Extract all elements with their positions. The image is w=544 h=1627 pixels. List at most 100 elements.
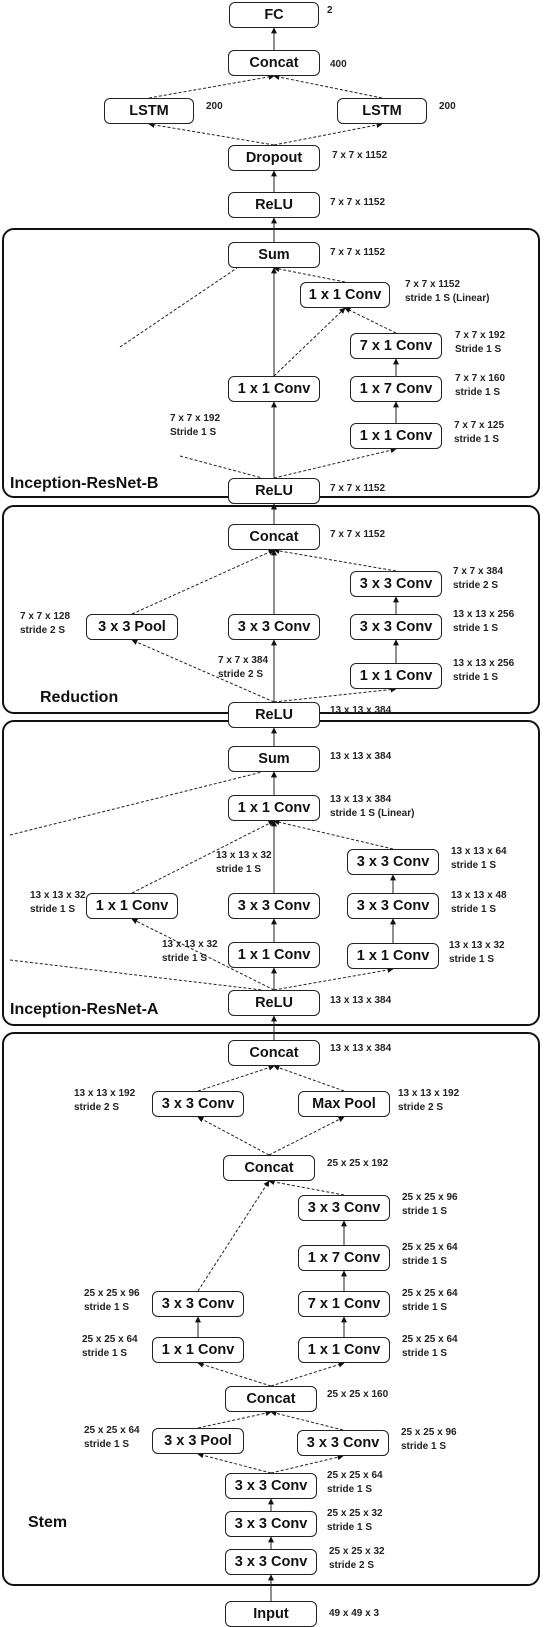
edge-s_concat_mid-to-s_maxpool (268, 1116, 345, 1156)
node-s-conv3x3-c2: 3 x 3 Conv (225, 1511, 317, 1537)
node-s-conv3x3-rt: 3 x 3 Conv (298, 1195, 390, 1221)
node-dropout: Dropout (228, 145, 320, 171)
annotation-line: 7 x 7 x 1152 (330, 247, 386, 258)
annotation-line: 7 x 7 x 1152 (405, 279, 461, 290)
edge-s_pool-to-s_concat_low (197, 1410, 272, 1429)
node-annotation: 25 x 25 x 96 stride 1 S (401, 1426, 457, 1454)
node-annotation: 13 x 13 x 192 stride 2 S (398, 1087, 459, 1115)
node-relu-top: ReLU (228, 192, 320, 218)
edge-a_conv3x3_rt-to-a_conv_linear (273, 819, 394, 850)
node-a-conv3x3-rm: 3 x 3 Conv (347, 893, 439, 919)
node-s-conv3x3-c1: 3 x 3 Conv (225, 1549, 317, 1575)
node-s-maxpool: Max Pool (298, 1091, 390, 1117)
annotation-line: 13 x 13 x 384 (330, 1043, 392, 1054)
annotation-line: 7 x 7 x 1152 (330, 529, 386, 540)
node-b-conv7x1: 7 x 1 Conv (350, 333, 442, 359)
annotation-line: stride 1 S (453, 623, 499, 634)
annotation-line: stride 1 S (327, 1522, 373, 1533)
annotation-line: 13 x 13 x 32 (449, 940, 505, 951)
node-annotation: 25 x 25 x 32 stride 2 S (329, 1545, 385, 1573)
node-annotation: 13 x 13 x 384 stride 1 S (Linear) (330, 793, 414, 821)
block-title: Inception-ResNet-B (10, 475, 159, 492)
node-annotation: 13 x 13 x 192 stride 2 S (74, 1087, 135, 1115)
annotation-line: stride 1 S (84, 1302, 130, 1313)
node-annotation: 13 x 13 x 32 stride 1 S (216, 849, 272, 877)
annotation-line: stride 2 S (329, 1560, 375, 1571)
annotation-line: stride 2 S (20, 625, 66, 636)
node-s-conv1x7: 1 x 7 Conv (298, 1245, 390, 1271)
edge-s_conv3x3_l-to-s_concat_top (197, 1064, 275, 1092)
annotation-line: 7 x 7 x 128 (20, 611, 71, 622)
node-b-conv-linear: 1 x 1 Conv (300, 282, 390, 308)
annotation-line: 13 x 13 x 32 (162, 939, 218, 950)
node-annotation: 25 x 25 x 64 stride 1 S (82, 1333, 138, 1361)
node-annotation: 13 x 13 x 32 stride 1 S (162, 938, 218, 966)
annotation-line: 49 x 49 x 3 (329, 1608, 380, 1619)
architecture-diagram: Inception-ResNet-B Reduction Inception-Res… (0, 0, 544, 1627)
node-b-conv1x7: 1 x 7 Conv (350, 376, 442, 402)
edge-b_relu-to-b_conv1x1_r (273, 447, 397, 479)
edge-b_conv7x1-to-b_conv_linear (344, 307, 397, 334)
annotation-line: 7 x 7 x 192 (455, 330, 506, 341)
node-annotation: 2 (327, 4, 333, 18)
edge-a_relu-to-a_conv1x1_r (273, 966, 394, 991)
annotation-line: 25 x 25 x 192 (327, 1158, 389, 1169)
annotation-line: 13 x 13 x 192 (398, 1088, 460, 1099)
annotation-line: 7 x 7 x 192 (170, 413, 221, 424)
edge-s_concat_low-to-s_conv1x1_l (197, 1361, 272, 1387)
node-annotation: 13 x 13 x 384 (330, 994, 391, 1008)
annotation-line: 200 (439, 101, 456, 112)
annotation-line: stride 1 S (327, 1484, 373, 1495)
annotation-line: 7 x 7 x 1152 (330, 483, 386, 494)
annotation-line: stride 1 S (84, 1439, 130, 1450)
node-r-conv3x3-mid: 3 x 3 Conv (228, 614, 320, 640)
node-concat-top: Concat (228, 50, 320, 76)
node-annotation: 7 x 7 x 192 Stride 1 S (170, 412, 220, 440)
annotation-line: 25 x 25 x 64 (402, 1288, 458, 1299)
edge-r_pool-to-r_concat (131, 549, 275, 615)
annotation-line: stride 1 S (402, 1302, 448, 1313)
annotation-line: stride 1 S (455, 387, 501, 398)
annotation-line: 25 x 25 x 96 (401, 1427, 457, 1438)
node-annotation: 13 x 13 x 384 (330, 1042, 391, 1056)
annotation-line: 25 x 25 x 96 (84, 1288, 140, 1299)
node-annotation: 25 x 25 x 192 (327, 1157, 388, 1171)
node-b-relu: ReLU (228, 478, 320, 504)
annotation-line: 7 x 7 x 1152 (332, 150, 388, 161)
node-annotation: 25 x 25 x 64 stride 1 S (402, 1241, 458, 1269)
annotation-line: 13 x 13 x 384 (330, 794, 392, 805)
annotation-line: 25 x 25 x 64 (82, 1334, 138, 1345)
node-fc: FC (229, 2, 319, 28)
edge-b_conv_linear-to-b_sum (273, 266, 346, 283)
node-annotation: 13 x 13 x 64 stride 1 S (451, 845, 507, 873)
node-annotation: 7 x 7 x 384 stride 2 S (218, 654, 268, 682)
node-annotation: 13 x 13 x 32 stride 1 S (449, 939, 505, 967)
node-r-conv1x1-r: 1 x 1 Conv (350, 663, 442, 689)
edge-s_conv3x3_rl-to-s_concat_low (270, 1410, 344, 1431)
annotation-line: 13 x 13 x 384 (330, 995, 392, 1006)
edge-s_concat_low-to-s_conv1x1_r (270, 1361, 345, 1387)
node-annotation: 200 (439, 100, 456, 114)
annotation-line: 13 x 13 x 32 (216, 850, 272, 861)
node-annotation: 25 x 25 x 96 stride 1 S (402, 1191, 458, 1219)
node-a-conv1x1-l: 1 x 1 Conv (86, 893, 178, 919)
annotation-line: stride 2 S (453, 580, 499, 591)
node-annotation: 7 x 7 x 125 stride 1 S (454, 419, 504, 447)
node-annotation: 13 x 13 x 256 stride 1 S (453, 608, 514, 636)
node-s-conv1x1-r: 1 x 1 Conv (298, 1337, 390, 1363)
annotation-line: 13 x 13 x 48 (451, 890, 507, 901)
node-annotation: 7 x 7 x 384 stride 2 S (453, 565, 503, 593)
annotation-line: stride 1 S (216, 864, 262, 875)
block-title: Reduction (40, 689, 119, 706)
node-s-conv3x3-lm: 3 x 3 Conv (152, 1291, 244, 1317)
node-b-conv1x1-mid: 1 x 1 Conv (228, 376, 320, 402)
node-a-conv1x1-r: 1 x 1 Conv (347, 943, 439, 969)
residual-bypass-line (9, 771, 263, 836)
node-input: Input (225, 1601, 317, 1627)
edge-lstm_l-to-concat_top (148, 73, 275, 99)
node-r-relu: ReLU (228, 702, 320, 728)
node-annotation: 13 x 13 x 384 (330, 750, 391, 764)
edge-lstm_r-to-concat_top (273, 74, 383, 99)
node-annotation: 7 x 7 x 160 stride 1 S (455, 372, 505, 400)
annotation-line: stride 2 S (74, 1102, 120, 1113)
